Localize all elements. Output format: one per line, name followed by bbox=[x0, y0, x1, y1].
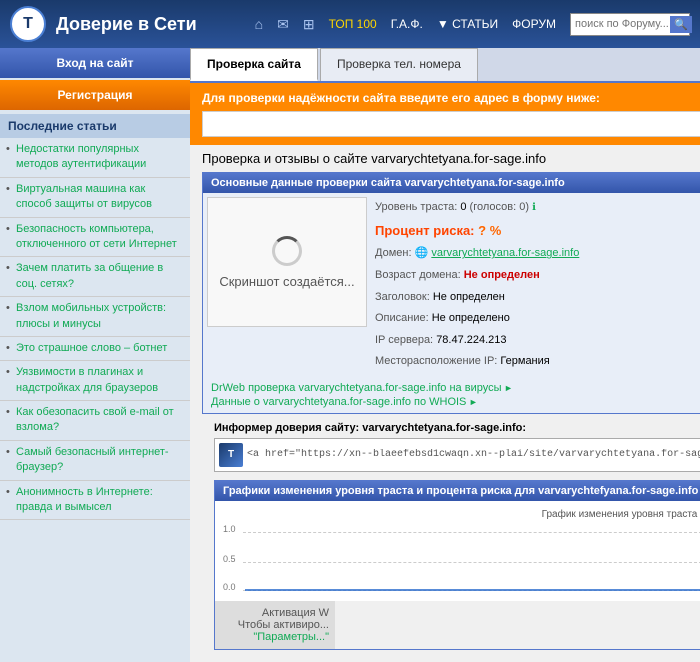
list-item[interactable]: Уязвимости в плагинах и надстройках для … bbox=[0, 361, 190, 401]
login-button[interactable]: Вход на сайт bbox=[0, 48, 190, 78]
trust-info-icon[interactable]: ℹ bbox=[532, 202, 536, 213]
y-label-2: 0.5 bbox=[223, 554, 236, 564]
informer-logo: T bbox=[219, 443, 243, 467]
domain-label: Домен: bbox=[375, 247, 412, 259]
location-row: Месторасположение IP: Германия bbox=[375, 351, 700, 373]
list-item[interactable]: Самый безопасный интернет-браузер? bbox=[0, 441, 190, 481]
nav-articles[interactable]: ▼ СТАТЬИ bbox=[437, 17, 498, 31]
results-title: Проверка и отзывы о сайте varvarychtetya… bbox=[202, 151, 700, 166]
sidebar-section-title: Последние статьи bbox=[0, 114, 190, 138]
graph-title: Графики изменения уровня траста и процен… bbox=[215, 481, 700, 501]
loading-spinner bbox=[272, 236, 302, 266]
location-label: Месторасположение IP: bbox=[375, 355, 497, 367]
trust-graph-line bbox=[245, 532, 700, 592]
header: Т Доверие в Сети ⌂ ✉ ⊞ ТОП 100 Г.А.Ф. ▼ … bbox=[0, 0, 700, 48]
email-icon[interactable]: ✉ bbox=[277, 16, 289, 33]
nav-links: ⌂ ✉ ⊞ ТОП 100 Г.А.Ф. ▼ СТАТЬИ ФОРУМ 🔍 bbox=[255, 13, 690, 36]
data-box-content: Скриншот создаётся... Уровень траста: 0 … bbox=[203, 193, 700, 377]
trust-row: Уровень траста: 0 (голосов: 0) ℹ bbox=[375, 197, 700, 219]
trust-votes: (голосов: 0) bbox=[470, 201, 529, 213]
ip-row: IP сервера: 78.47.224.213 bbox=[375, 330, 700, 352]
tab-check-site[interactable]: Проверка сайта bbox=[190, 48, 318, 81]
activation-title: Активация W bbox=[262, 607, 329, 619]
domain-value[interactable]: varvarychtetyana.for-sage.info bbox=[431, 247, 579, 259]
y-label-1: 1.0 bbox=[223, 524, 236, 534]
data-fields: Уровень траста: 0 (голосов: 0) ℹ Процент… bbox=[375, 197, 700, 373]
activation-link[interactable]: "Параметры..." bbox=[253, 631, 329, 643]
search-box: 🔍 bbox=[570, 13, 690, 36]
list-item[interactable]: Недостатки популярных методов аутентифик… bbox=[0, 138, 190, 178]
list-item[interactable]: Безопасность компьютера, отключенного от… bbox=[0, 218, 190, 258]
check-form-row: ПРОВЕРКА САЙТА bbox=[202, 111, 700, 137]
y-label-3: 0.0 bbox=[223, 582, 236, 592]
grid-icon[interactable]: ⊞ bbox=[303, 16, 315, 33]
sidebar-articles: Недостатки популярных методов аутентифик… bbox=[0, 138, 190, 520]
screenshot-label: Скриншот создаётся... bbox=[219, 274, 354, 289]
results-section: Проверка и отзывы о сайте varvarychtetya… bbox=[190, 145, 700, 662]
data-links: DrWeb проверка varvarychtetyana.for-sage… bbox=[203, 377, 700, 413]
nav-faq[interactable]: Г.А.Ф. bbox=[391, 17, 423, 31]
search-input[interactable] bbox=[575, 18, 670, 30]
percent-label: Процент риска: bbox=[375, 223, 475, 238]
graph-inner-title: График изменения уровня траста для varva… bbox=[223, 509, 700, 520]
percent-row: Процент риска: ? % bbox=[375, 219, 700, 244]
list-item[interactable]: Взлом мобильных устройств: плюсы и минус… bbox=[0, 297, 190, 337]
data-box: Основные данные проверки сайта varvarych… bbox=[202, 172, 700, 414]
check-form-box: Для проверки надёжности сайта введите ег… bbox=[190, 83, 700, 145]
drweb-link[interactable]: DrWeb проверка varvarychtetyana.for-sage… bbox=[211, 381, 700, 395]
list-item[interactable]: Зачем платить за общение в соц. сетях? bbox=[0, 257, 190, 297]
ip-value: 78.47.224.213 bbox=[436, 334, 506, 346]
graph-section: Графики изменения уровня траста и процен… bbox=[214, 480, 700, 650]
header-label: Заголовок: bbox=[375, 291, 430, 303]
description-row: Описание: Не определено bbox=[375, 308, 700, 330]
trust-value: 0 bbox=[460, 201, 466, 213]
informer-code[interactable]: <a href="https://xn--blaeefebsd1cwaqn.xn… bbox=[247, 449, 700, 460]
list-item[interactable]: Анонимность в Интернете: правда и вымысе… bbox=[0, 481, 190, 521]
percent-value: ? % bbox=[478, 223, 501, 238]
activation-watermark: Активация W Чтобы активиро... "Параметры… bbox=[215, 601, 335, 649]
location-value: Германия bbox=[500, 355, 549, 367]
trust-label: Уровень траста: bbox=[375, 201, 457, 213]
tabs: Проверка сайта Проверка тел. номера bbox=[190, 48, 700, 83]
age-label: Возраст домена: bbox=[375, 269, 461, 281]
header-row: Заголовок: Не определен bbox=[375, 287, 700, 309]
screenshot-area: Скриншот создаётся... bbox=[207, 197, 367, 327]
sidebar: Вход на сайт Регистрация Последние стать… bbox=[0, 48, 190, 662]
register-button[interactable]: Регистрация bbox=[0, 80, 190, 110]
list-item[interactable]: Виртуальная машина как способ защиты от … bbox=[0, 178, 190, 218]
nav-top100[interactable]: ТОП 100 bbox=[329, 17, 377, 31]
domain-globe-icon: 🌐 bbox=[415, 247, 429, 259]
url-input[interactable] bbox=[202, 111, 700, 137]
informer-box: T <a href="https://xn--blaeefebsd1cwaqn.… bbox=[214, 438, 700, 472]
ip-label: IP сервера: bbox=[375, 334, 433, 346]
whois-link[interactable]: Данные о varvarychtetyana.for-sage.info … bbox=[211, 395, 700, 409]
logo-icon: Т bbox=[10, 6, 46, 42]
nav-forum[interactable]: ФОРУМ bbox=[512, 17, 556, 31]
domain-row: Домен: 🌐 varvarychtetyana.for-sage.info bbox=[375, 243, 700, 265]
informer-title: Информер доверия сайту: varvarychtetyana… bbox=[214, 422, 700, 434]
logo-letter: Т bbox=[23, 15, 33, 33]
content: Проверка сайта Проверка тел. номера Для … bbox=[190, 48, 700, 662]
informer-section: Информер доверия сайту: varvarychtetyana… bbox=[214, 422, 700, 472]
age-row: Возраст домена: Не определен bbox=[375, 265, 700, 287]
activation-text: Чтобы активиро... bbox=[238, 619, 329, 631]
site-title: Доверие в Сети bbox=[56, 14, 245, 35]
age-value: Не определен bbox=[464, 269, 540, 281]
check-form-label: Для проверки надёжности сайта введите ег… bbox=[202, 91, 700, 105]
header-value: Не определен bbox=[433, 291, 505, 303]
home-icon[interactable]: ⌂ bbox=[255, 16, 263, 32]
graph-canvas: 1.0 0.5 0.0 bbox=[223, 524, 700, 594]
list-item[interactable]: Это страшное слово – ботнет bbox=[0, 337, 190, 361]
list-item[interactable]: Как обезопасить свой e-mail от взлома? bbox=[0, 401, 190, 441]
description-value: Не определено bbox=[432, 312, 510, 324]
graph-area: График изменения уровня траста для varva… bbox=[215, 501, 700, 601]
description-label: Описание: bbox=[375, 312, 429, 324]
data-box-title: Основные данные проверки сайта varvarych… bbox=[203, 173, 700, 193]
main-layout: Вход на сайт Регистрация Последние стать… bbox=[0, 48, 700, 662]
tab-check-phone[interactable]: Проверка тел. номера bbox=[320, 48, 478, 81]
search-button[interactable]: 🔍 bbox=[670, 16, 692, 33]
